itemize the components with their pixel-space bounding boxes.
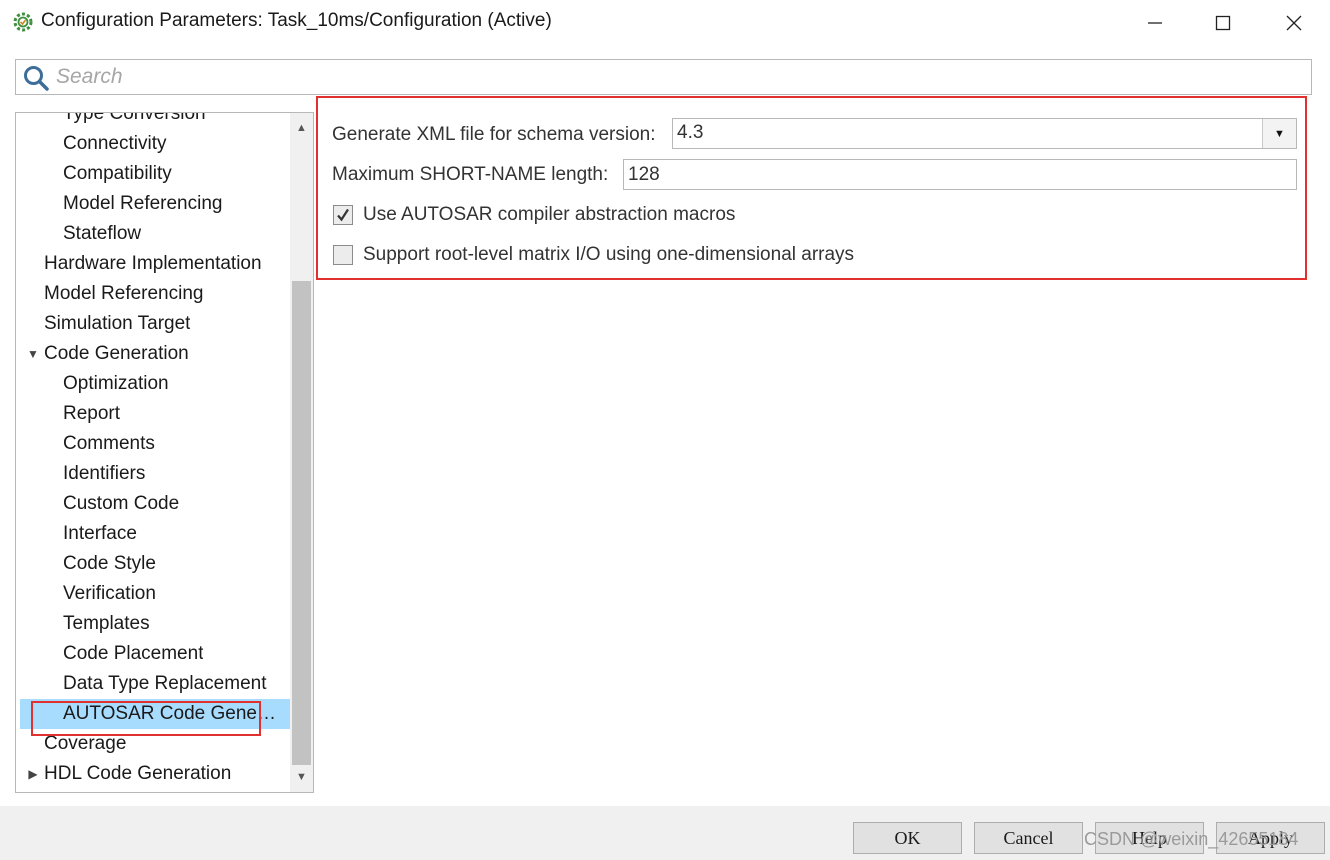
tree-item-label: Model Referencing	[63, 193, 223, 214]
cancel-button[interactable]: Cancel	[974, 822, 1083, 854]
tree-item-label: Interface	[63, 523, 137, 544]
tree-item[interactable]: Report	[16, 399, 288, 429]
tree-item-label: Hardware Implementation	[44, 253, 262, 274]
tree-item-label: Optimization	[63, 373, 169, 394]
help-button[interactable]: Help	[1095, 822, 1204, 854]
dropdown-arrow-icon[interactable]: ▼	[1262, 119, 1296, 148]
maximize-button[interactable]	[1188, 0, 1258, 46]
tree-item[interactable]: Hardware Implementation	[16, 249, 288, 279]
search-box[interactable]	[15, 59, 1312, 95]
matrix-io-checkbox[interactable]	[333, 245, 353, 265]
maximize-icon	[1215, 15, 1231, 31]
tree-item[interactable]: Code Style	[16, 549, 288, 579]
tree-item[interactable]: Model Referencing	[16, 279, 288, 309]
tree-item[interactable]: Templates	[16, 609, 288, 639]
tree-item[interactable]: Connectivity	[16, 129, 288, 159]
tree-item[interactable]: Verification	[16, 579, 288, 609]
tree-item[interactable]: Stateflow	[16, 219, 288, 249]
expanded-arrow-icon[interactable]: ▼	[26, 339, 40, 369]
category-tree: Type Conversion Connectivity Compatibility…	[15, 112, 314, 793]
tree-item[interactable]: Custom Code	[16, 489, 288, 519]
close-icon	[1286, 15, 1302, 31]
compiler-macros-label: Use AUTOSAR compiler abstraction macros	[363, 204, 736, 225]
tree-item-label: Report	[63, 403, 121, 424]
tree-item-label: Verification	[63, 583, 156, 604]
window-title: Configuration Parameters: Task_10ms/Conf…	[41, 10, 552, 31]
tree-item[interactable]: Identifiers	[16, 459, 288, 489]
tree-item-label: Stateflow	[63, 223, 142, 244]
triangle-up-icon: ▲	[296, 122, 307, 134]
tree-item-label: Coverage	[44, 733, 127, 754]
tree-item-label: Custom Code	[63, 493, 180, 514]
schema-version-value: 4.3	[677, 122, 704, 143]
triangle-down-icon: ▼	[296, 771, 307, 783]
schema-version-select[interactable]: 4.3 ▼	[672, 118, 1297, 149]
tree-item-label: Templates	[63, 613, 150, 634]
tree-item[interactable]: ▼ Code Generation	[16, 339, 288, 369]
tree-list: Type Conversion Connectivity Compatibility…	[16, 112, 313, 789]
schema-version-label: Generate XML file for schema version:	[332, 124, 656, 145]
tree-item-label: Model Referencing	[44, 283, 204, 304]
tree-item-label: Comments	[63, 433, 155, 454]
apply-button[interactable]: Apply	[1216, 822, 1325, 854]
checkmark-icon	[337, 208, 349, 222]
tree-item-label: Simulation Target	[44, 313, 191, 334]
tree-item[interactable]: Simulation Target	[16, 309, 288, 339]
tree-item-label: Data Type Replacement	[63, 673, 267, 694]
tree-item[interactable]: Code Placement	[16, 639, 288, 669]
tree-scrollbar[interactable]: ▲ ▼	[290, 113, 313, 792]
tree-item-label: HDL Code Generation	[44, 763, 232, 784]
tree-item[interactable]: Interface	[16, 519, 288, 549]
tree-item-label: Code Placement	[63, 643, 204, 664]
scroll-up-button[interactable]: ▲	[290, 115, 313, 141]
tree-item-label: Connectivity	[63, 133, 167, 154]
tree-item[interactable]: Model Referencing	[16, 189, 288, 219]
compiler-macros-checkbox[interactable]	[333, 205, 353, 225]
simulink-gear-icon	[13, 12, 33, 32]
tree-item-label: Compatibility	[63, 163, 172, 184]
matrix-io-label: Support root-level matrix I/O using one-…	[363, 244, 855, 265]
tree-item[interactable]: Coverage	[16, 729, 288, 759]
tree-item-label: Code Generation	[44, 343, 189, 364]
tree-item[interactable]: AUTOSAR Code Gene…	[20, 699, 313, 729]
tree-item[interactable]: Optimization	[16, 369, 288, 399]
scroll-down-button[interactable]: ▼	[290, 764, 313, 790]
tree-item-label: AUTOSAR Code Gene…	[63, 703, 276, 724]
short-name-length-field[interactable]	[623, 159, 1297, 190]
tree-item-label: Identifiers	[63, 463, 146, 484]
title-bar: Configuration Parameters: Task_10ms/Conf…	[0, 0, 1330, 46]
tree-item-label: Type Conversion	[63, 112, 206, 124]
short-name-length-label: Maximum SHORT-NAME length:	[332, 164, 609, 185]
tree-item-label: Code Style	[63, 553, 156, 574]
tree-item[interactable]: Data Type Replacement	[16, 669, 288, 699]
close-button[interactable]	[1259, 0, 1329, 46]
scroll-thumb[interactable]	[292, 281, 311, 765]
minimize-icon	[1148, 22, 1162, 24]
tree-item[interactable]: Comments	[16, 429, 288, 459]
search-icon	[24, 66, 49, 91]
tree-item[interactable]: Compatibility	[16, 159, 288, 189]
search-input[interactable]	[56, 62, 1296, 92]
minimize-button[interactable]	[1120, 0, 1190, 46]
tree-item[interactable]: ▶ HDL Code Generation	[16, 759, 288, 789]
collapsed-arrow-icon[interactable]: ▶	[26, 759, 40, 789]
tree-item[interactable]: Type Conversion	[16, 112, 288, 129]
ok-button[interactable]: OK	[853, 822, 962, 854]
